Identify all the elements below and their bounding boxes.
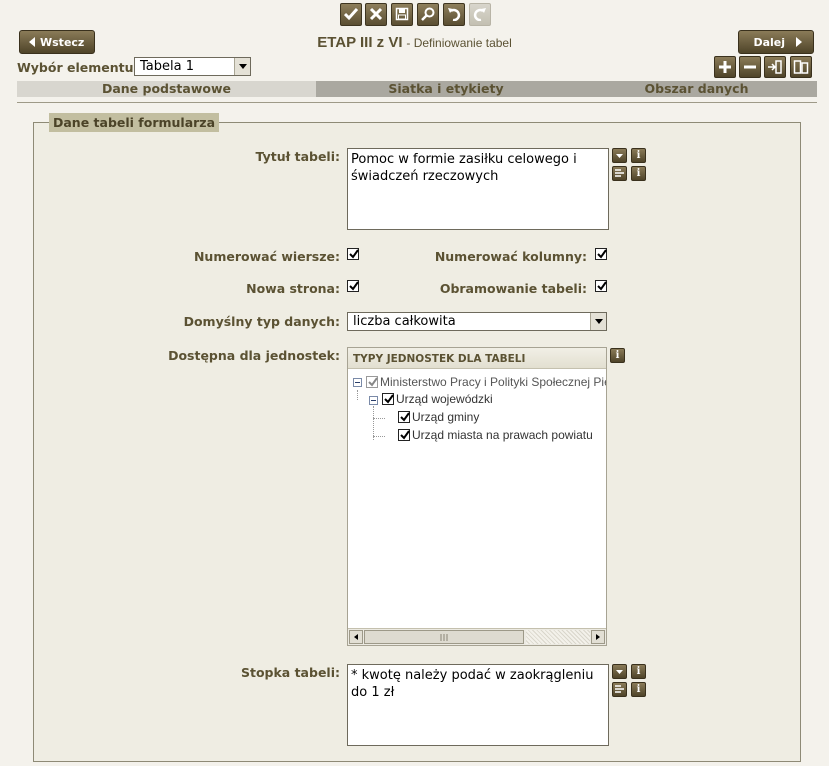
tab-dane-podstawowe[interactable]: Dane podstawowe xyxy=(17,81,316,97)
default-type-value: liczba całkowita xyxy=(353,314,456,329)
title-format-button[interactable] xyxy=(612,166,627,181)
title-label: Tytuł tabeli: xyxy=(255,149,340,164)
chevron-down-icon xyxy=(616,670,623,674)
tree-connector xyxy=(357,390,359,400)
available-label: Dostępna dla jednostek: xyxy=(168,348,340,363)
checkmark-icon xyxy=(400,430,410,440)
chevron-down-icon xyxy=(590,313,606,330)
grip-icon xyxy=(440,634,448,641)
checkmark-icon xyxy=(597,281,607,291)
footer-info-button[interactable]: i xyxy=(631,664,646,679)
footer-label: Stopka tabeli: xyxy=(240,665,340,680)
scroll-left-button[interactable] xyxy=(349,630,363,644)
tree-collapse-toggle[interactable] xyxy=(369,396,378,405)
tab-obszar-danych[interactable]: Obszar danych xyxy=(576,81,817,97)
number-rows-label: Numerować wiersze: xyxy=(193,249,340,264)
align-left-icon xyxy=(615,169,624,177)
page-title-main: ETAP III z VI xyxy=(317,34,403,51)
title-dropdown-button[interactable] xyxy=(612,148,627,163)
arrow-left-icon xyxy=(354,634,358,640)
copy-element-button[interactable] xyxy=(790,56,812,78)
page-title-sub: - Definiowanie tabel xyxy=(406,36,512,50)
chevron-down-icon xyxy=(616,154,623,158)
new-page-checkbox[interactable] xyxy=(347,280,359,292)
cancel-button[interactable] xyxy=(365,3,387,26)
preview-button[interactable] xyxy=(417,3,439,26)
tree-node-checkbox[interactable] xyxy=(366,376,378,388)
minus-icon xyxy=(744,65,756,69)
check-icon xyxy=(344,8,358,21)
close-icon xyxy=(369,7,383,21)
checkmark-icon xyxy=(368,377,378,387)
tree-connector xyxy=(373,436,385,438)
footer-textarea[interactable]: * kwotę należy podać w zaokrągleniu do 1… xyxy=(347,664,609,746)
number-cols-checkbox[interactable] xyxy=(595,248,607,260)
align-left-icon xyxy=(615,685,624,693)
undo-icon xyxy=(448,8,461,21)
plus-icon xyxy=(719,61,731,73)
accept-button[interactable] xyxy=(340,3,362,26)
chevron-down-icon xyxy=(234,58,250,75)
footer-dropdown-button[interactable] xyxy=(612,664,627,679)
border-checkbox[interactable] xyxy=(595,280,607,292)
title-textarea[interactable]: Pomoc w formie zasiłku celowego i świadc… xyxy=(347,148,609,230)
tab-bar: Dane podstawowe Siatka i etykiety Obszar… xyxy=(17,81,817,97)
default-type-label: Domyślny typ danych: xyxy=(183,314,340,329)
checkmark-icon xyxy=(349,249,359,259)
tree-connector xyxy=(373,406,375,440)
fieldset-legend: Dane tabeli formularza xyxy=(49,113,220,132)
save-icon xyxy=(395,7,409,21)
tree-node-checkbox[interactable] xyxy=(382,393,394,405)
new-page-label: Nowa strona: xyxy=(246,281,340,296)
title-info-button[interactable]: i xyxy=(631,148,646,163)
insert-icon xyxy=(768,60,782,74)
scroll-right-button[interactable] xyxy=(591,630,605,644)
title-line-2: świadczeń rzeczowych xyxy=(351,169,499,184)
tree-node-label[interactable]: Urząd miasta na prawach powiatu xyxy=(412,428,593,442)
unit-types-tree[interactable]: TYPY JEDNOSTEK DLA TABELI Ministerstwo P… xyxy=(347,347,607,646)
insert-element-button[interactable] xyxy=(764,56,786,78)
border-label: Obramowanie tabeli: xyxy=(439,281,587,296)
checkmark-icon xyxy=(384,394,394,404)
element-select[interactable]: Tabela 1 xyxy=(134,57,251,76)
title-info-button-2[interactable]: i xyxy=(631,166,646,181)
checkmark-icon xyxy=(400,412,410,422)
tree-horizontal-scrollbar[interactable] xyxy=(348,628,606,645)
tree-collapse-toggle[interactable] xyxy=(353,378,362,387)
copy-icon xyxy=(793,60,809,74)
redo-icon xyxy=(473,8,486,21)
add-element-button[interactable] xyxy=(714,56,736,78)
tree-connector xyxy=(373,418,385,420)
tab-siatka-i-etykiety[interactable]: Siatka i etykiety xyxy=(316,81,576,97)
footer-format-button[interactable] xyxy=(612,682,627,697)
scrollbar-thumb[interactable] xyxy=(364,630,524,644)
tree-header: TYPY JEDNOSTEK DLA TABELI xyxy=(348,348,606,369)
undo-button[interactable] xyxy=(443,3,465,26)
footer-line-2: do 1 zł xyxy=(351,685,395,700)
tree-info-button[interactable]: i xyxy=(610,348,625,363)
default-type-select[interactable]: liczba całkowita xyxy=(347,312,607,331)
redo-button[interactable] xyxy=(469,3,491,26)
remove-element-button[interactable] xyxy=(739,56,761,78)
footer-line-1: * kwotę należy podać w zaokrągleniu xyxy=(351,668,594,683)
title-line-1: Pomoc w formie zasiłku celowego i xyxy=(351,152,577,167)
divider xyxy=(17,102,817,103)
tree-node-label[interactable]: Urząd gminy xyxy=(412,410,479,424)
arrow-right-icon xyxy=(596,634,600,640)
element-select-label: Wybór elementu: xyxy=(17,60,139,75)
tree-node-label[interactable]: Urząd wojewódzki xyxy=(396,392,493,406)
checkmark-icon xyxy=(349,281,359,291)
tree-node-label[interactable]: Ministerstwo Pracy i Polityki Społecznej… xyxy=(380,375,606,389)
number-rows-checkbox[interactable] xyxy=(347,248,359,260)
number-cols-label: Numerować kolumny: xyxy=(434,249,587,264)
save-button[interactable] xyxy=(391,3,413,26)
tree-node-checkbox[interactable] xyxy=(398,411,410,423)
tree-node-checkbox[interactable] xyxy=(398,429,410,441)
search-icon xyxy=(421,7,435,21)
scrollbar-track[interactable] xyxy=(526,630,590,644)
checkmark-icon xyxy=(597,249,607,259)
element-select-value: Tabela 1 xyxy=(140,59,194,74)
footer-info-button-2[interactable]: i xyxy=(631,682,646,697)
page-title: ETAP III z VI - Definiowanie tabel xyxy=(0,34,829,51)
